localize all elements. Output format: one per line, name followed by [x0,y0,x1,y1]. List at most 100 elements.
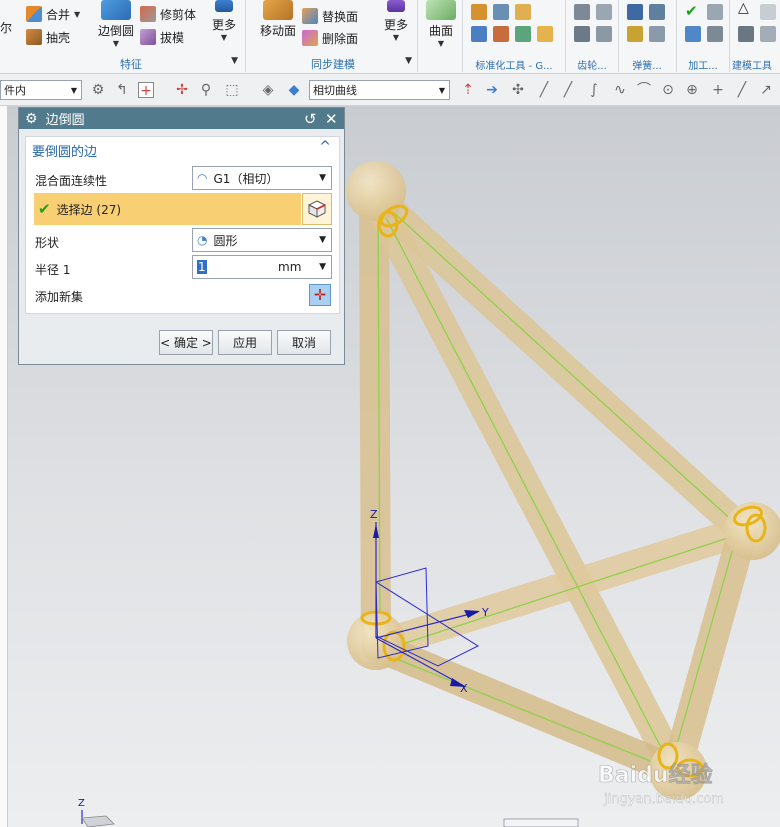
chevron-down-icon[interactable]: ▼ [319,262,326,272]
tool-icon[interactable] [537,26,553,42]
add-new-set-button[interactable]: ✛ [309,284,331,306]
cancel-button[interactable]: 取消 [277,330,331,355]
spring-icon[interactable] [627,26,643,42]
line-icon[interactable]: ╱ [734,82,750,98]
ribbon-cut-text: 尔 [0,20,13,35]
apply-button[interactable]: 应用 [218,330,272,355]
watermark-url: jingyan.baidu.com [603,792,724,807]
tetrahedron-frame[interactable] [359,181,758,786]
delete-face-icon [302,30,318,46]
tool-icon[interactable] [685,26,701,42]
tool-icon[interactable] [493,4,509,20]
spring-icon[interactable] [627,4,643,20]
tool-icon[interactable] [493,26,509,42]
surface-button[interactable]: 曲面 ▼ [424,0,458,48]
move-face-button[interactable]: 移动面 [256,0,300,39]
shape-dropdown[interactable]: ◔ 圆形 ▼ [192,228,332,252]
arc-icon[interactable]: ⌒ [636,82,652,98]
continuity-dropdown[interactable]: ◠ G1（相切） ▼ [192,166,332,190]
draft-icon [140,29,156,45]
joint-ball[interactable] [346,161,406,221]
line-icon[interactable]: ╱ [560,82,576,98]
point-icon[interactable]: ✢ [174,82,190,98]
box-select-icon[interactable]: ⬚ [224,82,240,98]
round-shape-icon: ◔ [197,233,208,247]
dialog-title-bar[interactable]: ⚙ 边倒圆 ↺ ✕ [19,108,344,129]
wave-icon[interactable]: ∿ [612,82,628,98]
tool-icon[interactable] [707,4,723,20]
radius-input[interactable]: 1 mm ▼ [192,255,332,279]
dialog-title: 边倒圆 [45,113,85,128]
radius-value[interactable]: 1 [197,260,207,274]
spring-icon[interactable] [649,4,665,20]
delete-face-button[interactable]: 删除面 [302,28,358,48]
select-edge-row[interactable]: ✔ 选择边 (27) [34,193,301,225]
feature-more-button[interactable]: 更多 ▼ [208,0,240,42]
curve-rule-dropdown[interactable]: 相切曲线 ▼ [309,80,450,100]
tool-icon[interactable] [707,26,723,42]
more-icon [215,0,233,12]
edge-blend-button[interactable]: 边倒圆 ▼ [98,0,134,48]
snap-point-icon[interactable]: ✣ [510,82,526,98]
surface-icon [426,0,456,20]
select-all-icon[interactable]: + [138,82,154,99]
tube[interactable] [661,516,758,786]
shell-button[interactable]: 抽壳 [26,27,70,47]
stop-at-intersection-icon[interactable]: ⇡ [460,82,476,98]
chevron-down-icon: ▼ [70,85,77,95]
gear-icon[interactable] [596,4,612,20]
body-icon[interactable]: ◆ [286,82,302,98]
select-edge-button[interactable] [302,193,332,225]
tool-icon[interactable] [471,4,487,20]
arrow-icon[interactable]: ↗ [758,82,774,98]
selection-scope-dropdown[interactable]: 件内 ▼ [0,80,82,100]
view-triad: Z [78,798,115,827]
tool-icon[interactable] [471,26,487,42]
chevron-down-icon[interactable]: ▼ [231,56,238,66]
ribbon-group-gear: 齿轮... [566,0,618,74]
chevron-down-icon: ▼ [438,85,445,95]
follow-fillet-icon[interactable]: ➔ [484,82,500,98]
check-icon[interactable]: ✔ [685,2,698,20]
tool-icon[interactable] [738,26,754,42]
ok-button[interactable]: < 确定 > [159,330,213,355]
gear-icon[interactable] [574,4,590,20]
section-title: 要倒圆的边 [32,145,98,160]
gear-icon[interactable] [596,26,612,42]
solid-icon[interactable]: ◈ [260,82,276,98]
trim-body-button[interactable]: 修剪体 [140,4,196,24]
tool-icon[interactable] [760,26,776,42]
curve-icon[interactable]: ∫ [586,82,602,98]
ribbon-group-label: 加工... [688,61,718,72]
triangle-icon[interactable]: △ [738,0,749,16]
circle-center-icon[interactable]: ⊙ [660,82,676,98]
corner-axis-label-z: Z [78,798,85,809]
unite-button[interactable]: 合并 ▼ [26,4,80,24]
replace-face-button[interactable]: 替换面 [302,6,358,26]
collapse-icon[interactable]: ^ [319,139,331,155]
gear-icon[interactable]: ⚙ [25,111,38,127]
cross-icon[interactable]: + [710,82,726,98]
line-icon[interactable]: ╱ [536,82,552,98]
reset-icon[interactable]: ↺ [304,110,317,128]
joint-ball[interactable] [724,502,780,560]
tool-icon[interactable] [515,4,531,20]
replace-face-icon [302,8,318,24]
chevron-down-icon: ▼ [220,33,228,42]
snap-icon[interactable]: ↰ [114,82,130,98]
gear-icon[interactable] [574,26,590,42]
draft-button[interactable]: 拔模 [140,27,184,47]
axis-label-y: Y [481,606,489,619]
selection-bar: 件内 ▼ ⚙ ↰ + ✢ ⚲ ⬚ ◈ ◆ 相切曲线 ▼ ⇡ ➔ ✣ ╱ ╱ ∫ … [0,74,780,106]
resource-bar[interactable] [0,106,8,827]
close-icon[interactable]: ✕ [325,110,338,128]
spring-icon[interactable] [649,26,665,42]
link-icon[interactable]: ⚲ [198,82,214,98]
tool-icon[interactable] [515,26,531,42]
sync-more-button[interactable]: 更多 ▼ [380,0,412,42]
filter-icon[interactable]: ⚙ [90,82,106,98]
continuity-label: 混合面连续性 [35,174,108,188]
tool-icon[interactable] [760,4,776,20]
chevron-down-icon[interactable]: ▼ [405,56,412,66]
quadrant-icon[interactable]: ⊕ [684,82,700,98]
